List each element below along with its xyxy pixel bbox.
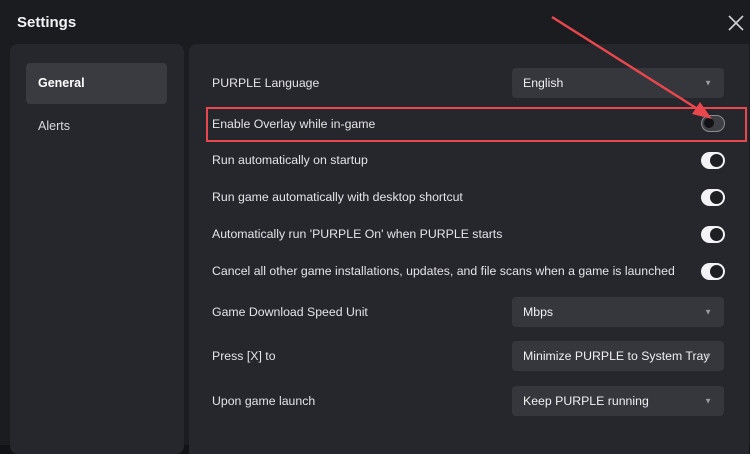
- press-x-label: Press [X] to: [212, 349, 276, 363]
- auto-on-toggle[interactable]: [701, 226, 725, 243]
- cancel-all-row: Cancel all other game installations, upd…: [189, 254, 749, 288]
- caret-down-icon: ▼: [704, 307, 712, 317]
- toggle-knob: [710, 228, 723, 241]
- cancel-all-toggle[interactable]: [701, 263, 725, 280]
- toggle-knob: [710, 154, 723, 167]
- startup-toggle[interactable]: [701, 152, 725, 169]
- caret-down-icon: ▼: [704, 396, 712, 406]
- auto-on-label: Automatically run 'PURPLE On' when PURPL…: [212, 227, 503, 241]
- sidebar-item-label: Alerts: [38, 119, 70, 133]
- toggle-knob: [710, 265, 723, 278]
- speed-unit-select[interactable]: Mbps ▼: [512, 297, 724, 327]
- sidebar-item-label: General: [38, 76, 85, 90]
- desktop-shortcut-row: Run game automatically with desktop shor…: [189, 180, 749, 214]
- game-launch-value: Keep PURPLE running: [523, 394, 649, 408]
- settings-sidebar: General Alerts: [10, 44, 184, 454]
- sidebar-item-alerts[interactable]: Alerts: [26, 106, 167, 147]
- close-icon[interactable]: [726, 13, 746, 33]
- language-row: PURPLE Language English ▼: [189, 68, 749, 98]
- language-select[interactable]: English ▼: [512, 68, 724, 98]
- startup-row: Run automatically on startup: [189, 143, 749, 177]
- sidebar-item-general[interactable]: General: [26, 63, 167, 104]
- speed-unit-row: Game Download Speed Unit Mbps ▼: [189, 297, 749, 327]
- settings-panel: PURPLE Language English ▼ Enable Overlay…: [189, 44, 749, 454]
- game-launch-label: Upon game launch: [212, 394, 316, 408]
- window-title: Settings: [17, 14, 77, 31]
- cancel-all-label: Cancel all other game installations, upd…: [212, 264, 675, 278]
- press-x-value: Minimize PURPLE to System Tray: [523, 349, 710, 363]
- game-launch-select[interactable]: Keep PURPLE running ▼: [512, 386, 724, 416]
- auto-on-row: Automatically run 'PURPLE On' when PURPL…: [189, 217, 749, 251]
- settings-window: Settings General Alerts PURPLE Language …: [0, 0, 750, 454]
- startup-label: Run automatically on startup: [212, 153, 368, 167]
- toggle-knob: [710, 191, 723, 204]
- speed-unit-value: Mbps: [523, 305, 554, 319]
- annotation-highlight-box: [206, 107, 747, 142]
- press-x-select[interactable]: Minimize PURPLE to System Tray ▼: [512, 341, 724, 371]
- caret-down-icon: ▼: [704, 78, 712, 88]
- press-x-row: Press [X] to Minimize PURPLE to System T…: [189, 341, 749, 371]
- desktop-shortcut-label: Run game automatically with desktop shor…: [212, 190, 463, 204]
- desktop-shortcut-toggle[interactable]: [701, 189, 725, 206]
- language-value: English: [523, 76, 564, 90]
- game-launch-row: Upon game launch Keep PURPLE running ▼: [189, 386, 749, 416]
- speed-unit-label: Game Download Speed Unit: [212, 305, 368, 319]
- language-label: PURPLE Language: [212, 76, 320, 90]
- caret-down-icon: ▼: [704, 351, 712, 361]
